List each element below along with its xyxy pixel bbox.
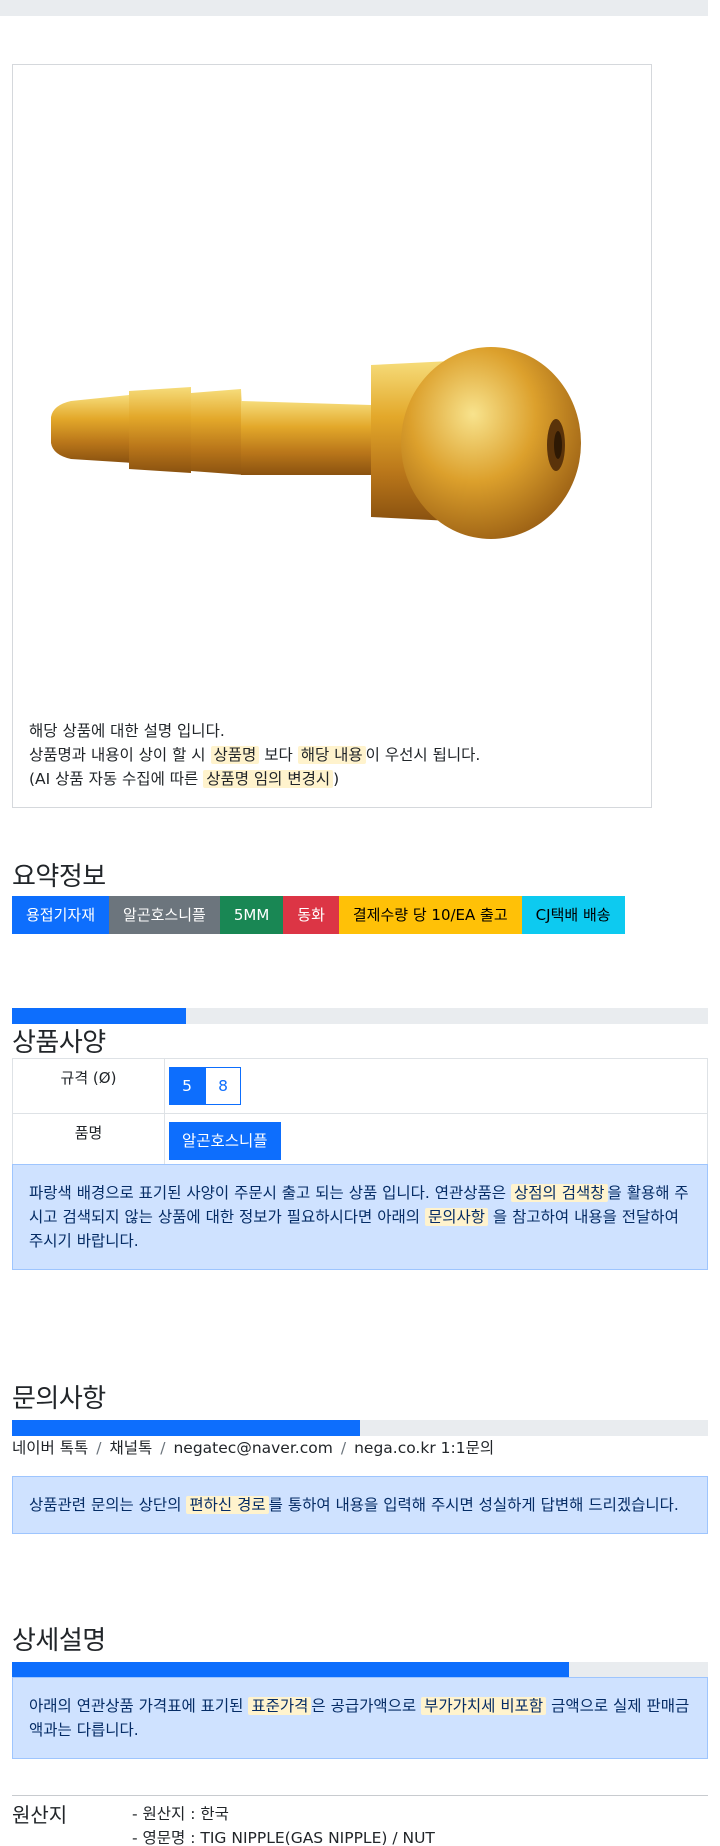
notice-highlight: 부가가치세 비포함 bbox=[421, 1697, 547, 1715]
desc-line-3: (AI 상품 자동 수집에 따른 상품명 임의 변경시) bbox=[29, 767, 639, 791]
desc-highlight: 상품명 임의 변경시 bbox=[203, 770, 334, 788]
summary-badges: 용접기자재 알곤호스니플 5MM 동화 결제수량 당 10/EA 출고 CJ택배… bbox=[12, 896, 625, 934]
desc-line-2: 상품명과 내용이 상이 할 시 상품명 보다 해당 내용 이 우선시 됩니다. bbox=[29, 743, 639, 767]
notice-text: 아래의 연관상품 가격표에 표기된 bbox=[29, 1697, 244, 1715]
badge-category: 용접기자재 bbox=[12, 896, 110, 934]
origin-english-name: - 영문명 : TIG NIPPLE(GAS NIPPLE) / NUT bbox=[132, 1829, 435, 1846]
desc-line-1: 해당 상품에 대한 설명 입니다. bbox=[29, 722, 225, 740]
table-row: 품명 알곤호스니플 bbox=[12, 1113, 708, 1169]
badge-material: 동화 bbox=[283, 896, 339, 934]
origin-divider bbox=[12, 1795, 708, 1796]
origin-title: 원산지 bbox=[12, 1803, 68, 1827]
specs-notice: 파랑색 배경으로 표기된 사양이 주문시 출고 되는 상품 입니다. 연관상품은… bbox=[12, 1164, 708, 1270]
spec-size-value: 5 8 bbox=[164, 1058, 708, 1114]
badge-product-type: 알곤호스니플 bbox=[109, 896, 220, 934]
summary-title: 요약정보 bbox=[12, 862, 106, 892]
table-row: 규격 (Ø) 5 8 bbox=[12, 1058, 708, 1114]
origin-details: - 원산지 : 한국 - 영문명 : TIG NIPPLE(GAS NIPPLE… bbox=[132, 1802, 435, 1846]
notice-text: 파랑색 배경으로 표기된 사양이 주문시 출고 되는 상품 입니다. 연관상품은 bbox=[29, 1184, 507, 1202]
spec-table: 규격 (Ø) 5 8 품명 알곤호스니플 bbox=[12, 1058, 708, 1169]
notice-highlight: 표준가격 bbox=[248, 1697, 312, 1715]
inquiry-title: 문의사항 bbox=[12, 1384, 106, 1414]
badge-shipping: CJ택배 배송 bbox=[521, 896, 625, 934]
product-description: 해당 상품에 대한 설명 입니다. 상품명과 내용이 상이 할 시 상품명 보다… bbox=[29, 719, 639, 791]
inquiry-notice: 상품관련 문의는 상단의 편하신 경로 를 통하여 내용을 입력해 주시면 성실하… bbox=[12, 1476, 708, 1534]
specs-title: 상품사양 bbox=[12, 1028, 106, 1058]
detail-progress-fill bbox=[12, 1662, 569, 1678]
contact-website-qna[interactable]: nega.co.kr 1:1문의 bbox=[354, 1439, 494, 1457]
notice-text: 상품관련 문의는 상단의 bbox=[29, 1496, 182, 1514]
top-strip bbox=[0, 0, 708, 16]
desc-text: (AI 상품 자동 수집에 따른 bbox=[29, 770, 199, 788]
contact-naver-talk[interactable]: 네이버 톡톡 bbox=[12, 1439, 88, 1457]
separator: / bbox=[340, 1439, 347, 1457]
separator: / bbox=[160, 1439, 166, 1457]
origin-country: - 원산지 : 한국 bbox=[132, 1805, 229, 1823]
product-image bbox=[51, 347, 581, 539]
separator: / bbox=[96, 1439, 102, 1457]
badge-size: 5MM bbox=[219, 896, 284, 934]
spec-size-label: 규격 (Ø) bbox=[12, 1058, 165, 1114]
contact-breadcrumb: 네이버 톡톡 / 채널톡 / negatec@naver.com / nega.co.kr … bbox=[12, 1436, 494, 1458]
spec-name-label: 품명 bbox=[12, 1113, 165, 1169]
desc-text: 보다 bbox=[264, 746, 293, 764]
desc-text: 이 우선시 됩니다. bbox=[365, 746, 481, 764]
notice-text: 를 통하여 내용을 입력해 주시면 성실하게 답변해 드리겠습니다. bbox=[268, 1496, 679, 1514]
size-option-8[interactable]: 8 bbox=[205, 1067, 241, 1105]
detail-progress-bar bbox=[12, 1662, 708, 1678]
size-option-5[interactable]: 5 bbox=[169, 1067, 205, 1105]
notice-highlight: 상점의 검색창 bbox=[511, 1184, 608, 1202]
product-name-button[interactable]: 알곤호스니플 bbox=[169, 1122, 281, 1160]
size-option-group: 5 8 bbox=[169, 1067, 703, 1105]
inquiry-progress-bar bbox=[12, 1420, 708, 1436]
notice-highlight: 편하신 경로 bbox=[186, 1496, 269, 1514]
contact-email[interactable]: negatec@naver.com bbox=[173, 1439, 332, 1457]
inquiry-progress-fill bbox=[12, 1420, 360, 1436]
contact-channel-talk[interactable]: 채널톡 bbox=[109, 1439, 152, 1457]
desc-highlight: 상품명 bbox=[210, 746, 260, 764]
desc-text: ) bbox=[333, 770, 340, 788]
spec-name-value: 알곤호스니플 bbox=[164, 1113, 708, 1169]
desc-highlight: 해당 내용 bbox=[297, 746, 366, 764]
notice-highlight: 문의사항 bbox=[424, 1208, 488, 1226]
product-card: 해당 상품에 대한 설명 입니다. 상품명과 내용이 상이 할 시 상품명 보다… bbox=[12, 64, 652, 808]
detail-title: 상세설명 bbox=[12, 1626, 106, 1656]
specs-progress-bar bbox=[12, 1008, 708, 1024]
desc-text: 상품명과 내용이 상이 할 시 bbox=[29, 746, 206, 764]
notice-text: 은 공급가액으로 bbox=[311, 1697, 417, 1715]
badge-quantity: 결제수량 당 10/EA 출고 bbox=[338, 896, 522, 934]
detail-notice: 아래의 연관상품 가격표에 표기된 표준가격 은 공급가액으로 부가가치세 비포함… bbox=[12, 1677, 708, 1759]
